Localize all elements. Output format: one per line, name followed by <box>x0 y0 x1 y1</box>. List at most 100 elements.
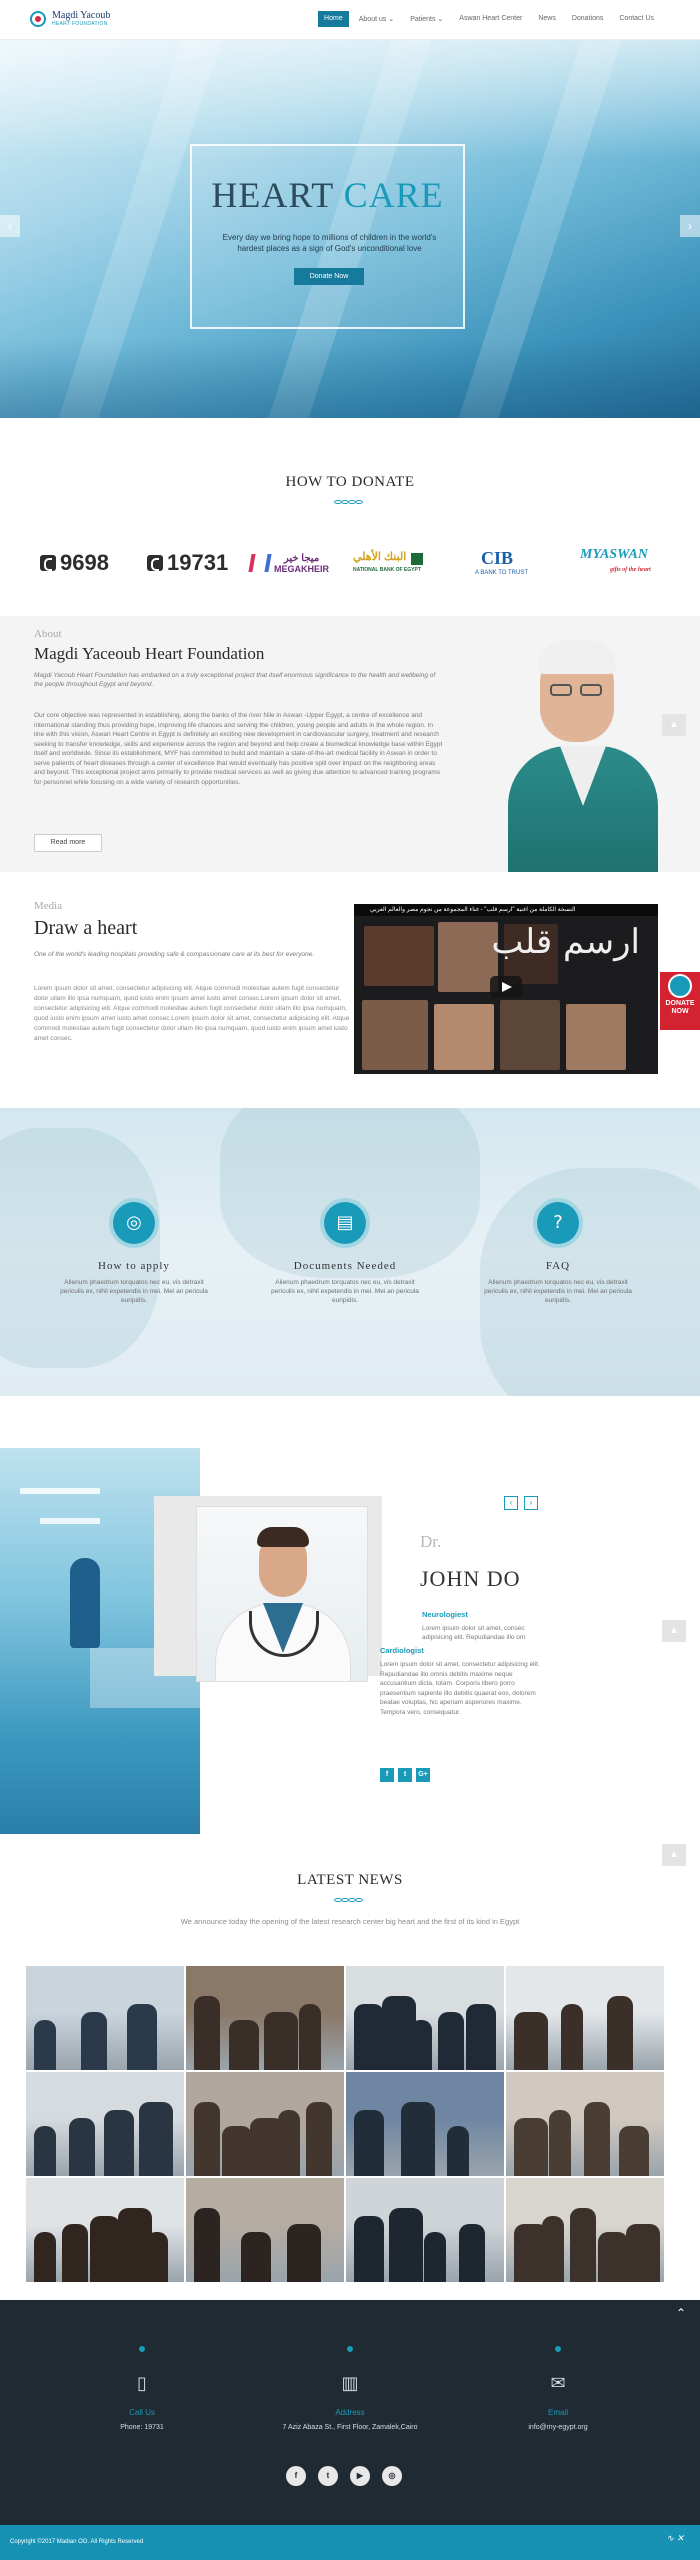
doctor-prefix: Dr. <box>420 1532 442 1551</box>
carousel-next-icon[interactable]: › <box>524 1496 538 1510</box>
read-more-button[interactable]: Read more <box>34 834 102 852</box>
heart-divider-icon <box>332 498 368 506</box>
nav-about-us[interactable]: About us ⌄ <box>353 11 400 27</box>
slider-next-icon[interactable]: › <box>680 215 700 237</box>
nbe-arabic: البنك الأهلي <box>353 551 407 563</box>
life-ring-icon: ◎ <box>109 1198 159 1248</box>
video-player[interactable]: النسخة الكاملة من اغنية "ارسم قلب" - غنا… <box>354 904 658 1074</box>
youtube-icon[interactable]: ▶ <box>350 2466 370 2486</box>
heart-divider-icon <box>332 1896 368 1904</box>
person-silhouette <box>424 2232 446 2282</box>
person-silhouette <box>194 2102 220 2176</box>
cib-logo[interactable]: CIB A BANK TO TRUST <box>475 545 535 581</box>
hero-title-word2: CARE <box>343 175 444 215</box>
news-photo[interactable] <box>26 2178 184 2282</box>
site-logo[interactable]: Magdi Yacoub HEART FOUNDATION <box>30 9 140 31</box>
footer-social-links: f t ▶ ◎ <box>286 2466 402 2486</box>
service-documents-needed[interactable]: ▤ Documents Needed Alienum phaedrum torq… <box>255 1198 435 1318</box>
person-silhouette <box>299 2004 321 2070</box>
nav-donations[interactable]: Donations <box>566 11 610 27</box>
google-plus-icon[interactable]: G+ <box>416 1768 430 1782</box>
nav-home[interactable]: Home <box>318 11 349 27</box>
scroll-up-icon[interactable]: ▲ <box>662 1620 686 1642</box>
donate-section-title: HOW TO DONATE <box>285 474 415 490</box>
footer-label: Call Us <box>129 2408 155 2417</box>
news-photo[interactable] <box>186 1966 344 2070</box>
facebook-icon[interactable]: f <box>380 1768 394 1782</box>
person-silhouette <box>104 2110 134 2176</box>
donate-phone-9698[interactable]: 9698 <box>40 545 109 581</box>
about-lead: Magdi Yacoub Heart Foundation has embark… <box>34 672 436 688</box>
nav-patients[interactable]: Patients ⌄ <box>404 11 449 27</box>
person-silhouette <box>62 2224 88 2282</box>
heart-logo-icon <box>30 11 46 27</box>
news-photo[interactable] <box>346 1966 504 2070</box>
news-photo[interactable] <box>506 2178 664 2282</box>
service-title: How to apply <box>98 1260 170 1272</box>
scroll-up-icon[interactable]: ▲ <box>662 714 686 736</box>
video-thumb-face <box>438 922 498 992</box>
doctor-description: Lorem ipsum dolor sit amet, consectetur … <box>380 1661 540 1716</box>
person-silhouette <box>514 2118 548 2176</box>
back-to-top-icon[interactable]: ⌃ <box>676 2306 686 2320</box>
person-silhouette <box>570 2208 596 2282</box>
dot-icon <box>347 2346 353 2352</box>
media-lead: One of the world's leading hospitals pro… <box>34 951 315 958</box>
news-photo[interactable] <box>346 2178 504 2282</box>
doctor-social-links: f t G+ <box>380 1768 430 1782</box>
slider-prev-icon[interactable]: ‹ <box>0 215 20 237</box>
nav-contact-us[interactable]: Contact Us <box>613 11 660 27</box>
nav-aswan-heart-center[interactable]: Aswan Heart Center <box>453 11 528 27</box>
video-thumb-face <box>566 1004 626 1070</box>
hero-donate-button[interactable]: Donate Now <box>294 268 364 285</box>
service-faq[interactable]: ? FAQ Alienum phaedrum torquatos nec eu,… <box>468 1198 648 1318</box>
news-photo[interactable] <box>26 2072 184 2176</box>
person-silhouette <box>139 2102 173 2176</box>
person-silhouette <box>306 2102 332 2176</box>
media-body: Lorem ipsum dolor sit amet, consectetur … <box>34 985 350 1042</box>
news-photo[interactable] <box>186 2178 344 2282</box>
video-thumb-face <box>434 1004 494 1070</box>
footer-label: Address <box>335 2408 365 2417</box>
news-photo[interactable] <box>506 1966 664 2070</box>
footer-label: Email <box>547 2408 568 2417</box>
dot-icon <box>555 2346 561 2352</box>
person-silhouette <box>194 1996 220 2070</box>
envelope-icon: ✉ <box>550 2373 566 2394</box>
twitter-icon[interactable]: t <box>318 2466 338 2486</box>
floating-donate-badge[interactable]: DONATE NOW <box>660 972 700 1030</box>
video-thumb-face <box>500 1000 560 1070</box>
instagram-icon[interactable]: ◎ <box>382 2466 402 2486</box>
footer-email-link[interactable]: info@my-egypt.org <box>478 2424 638 2431</box>
news-photo[interactable] <box>186 2072 344 2176</box>
carousel-prev-icon[interactable]: ‹ <box>504 1496 518 1510</box>
donate-phone-19731[interactable]: 19731 <box>147 545 228 581</box>
twitter-icon[interactable]: t <box>398 1768 412 1782</box>
person-silhouette <box>80 2012 107 2070</box>
person-silhouette <box>619 2126 649 2176</box>
megakheir-logo[interactable]: ميجا خير MEGAKHEIR <box>248 545 329 581</box>
facebook-icon[interactable]: f <box>286 2466 306 2486</box>
copyright-bar: Copyright ©2017 Madian OO. All Rights Re… <box>0 2525 700 2560</box>
service-how-to-apply[interactable]: ◎ How to apply Alienum phaedrum torquato… <box>44 1198 224 1318</box>
main-nav: Home About us ⌄ Patients ⌄ Aswan Heart C… <box>318 11 660 27</box>
nbe-logo[interactable]: البنك الأهلي NATIONAL BANK OF EGYPT <box>353 545 423 581</box>
scroll-up-icon[interactable]: ▲ <box>662 1844 686 1866</box>
megakheir-mark-icon <box>248 554 272 572</box>
nbe-emblem-icon <box>411 553 423 565</box>
video-overlay-text: ارسم قلب <box>491 922 640 962</box>
news-photo[interactable] <box>506 2072 664 2176</box>
myaswan-logo[interactable]: MYASWAN gifts of the heart <box>580 545 651 581</box>
footer-address-text: 7 Aziz Abaza St., First Floor, Zamalek,C… <box>282 2424 418 2431</box>
person-silhouette <box>584 2102 610 2176</box>
news-photo[interactable] <box>26 1966 184 2070</box>
logo-name: Magdi Yacoub <box>52 10 111 21</box>
nbe-name: NATIONAL BANK OF EGYPT <box>353 567 421 573</box>
news-photo[interactable] <box>346 2072 504 2176</box>
phone-icon: ▯ <box>137 2373 147 2394</box>
about-section: About Magdi Yaceoub Heart Foundation Mag… <box>0 616 700 872</box>
play-icon[interactable] <box>490 976 522 998</box>
nav-news[interactable]: News <box>532 11 562 27</box>
footer-phone[interactable]: Phone: 19731 <box>62 2424 222 2431</box>
services-band: ◎ How to apply Alienum phaedrum torquato… <box>0 1108 700 1396</box>
